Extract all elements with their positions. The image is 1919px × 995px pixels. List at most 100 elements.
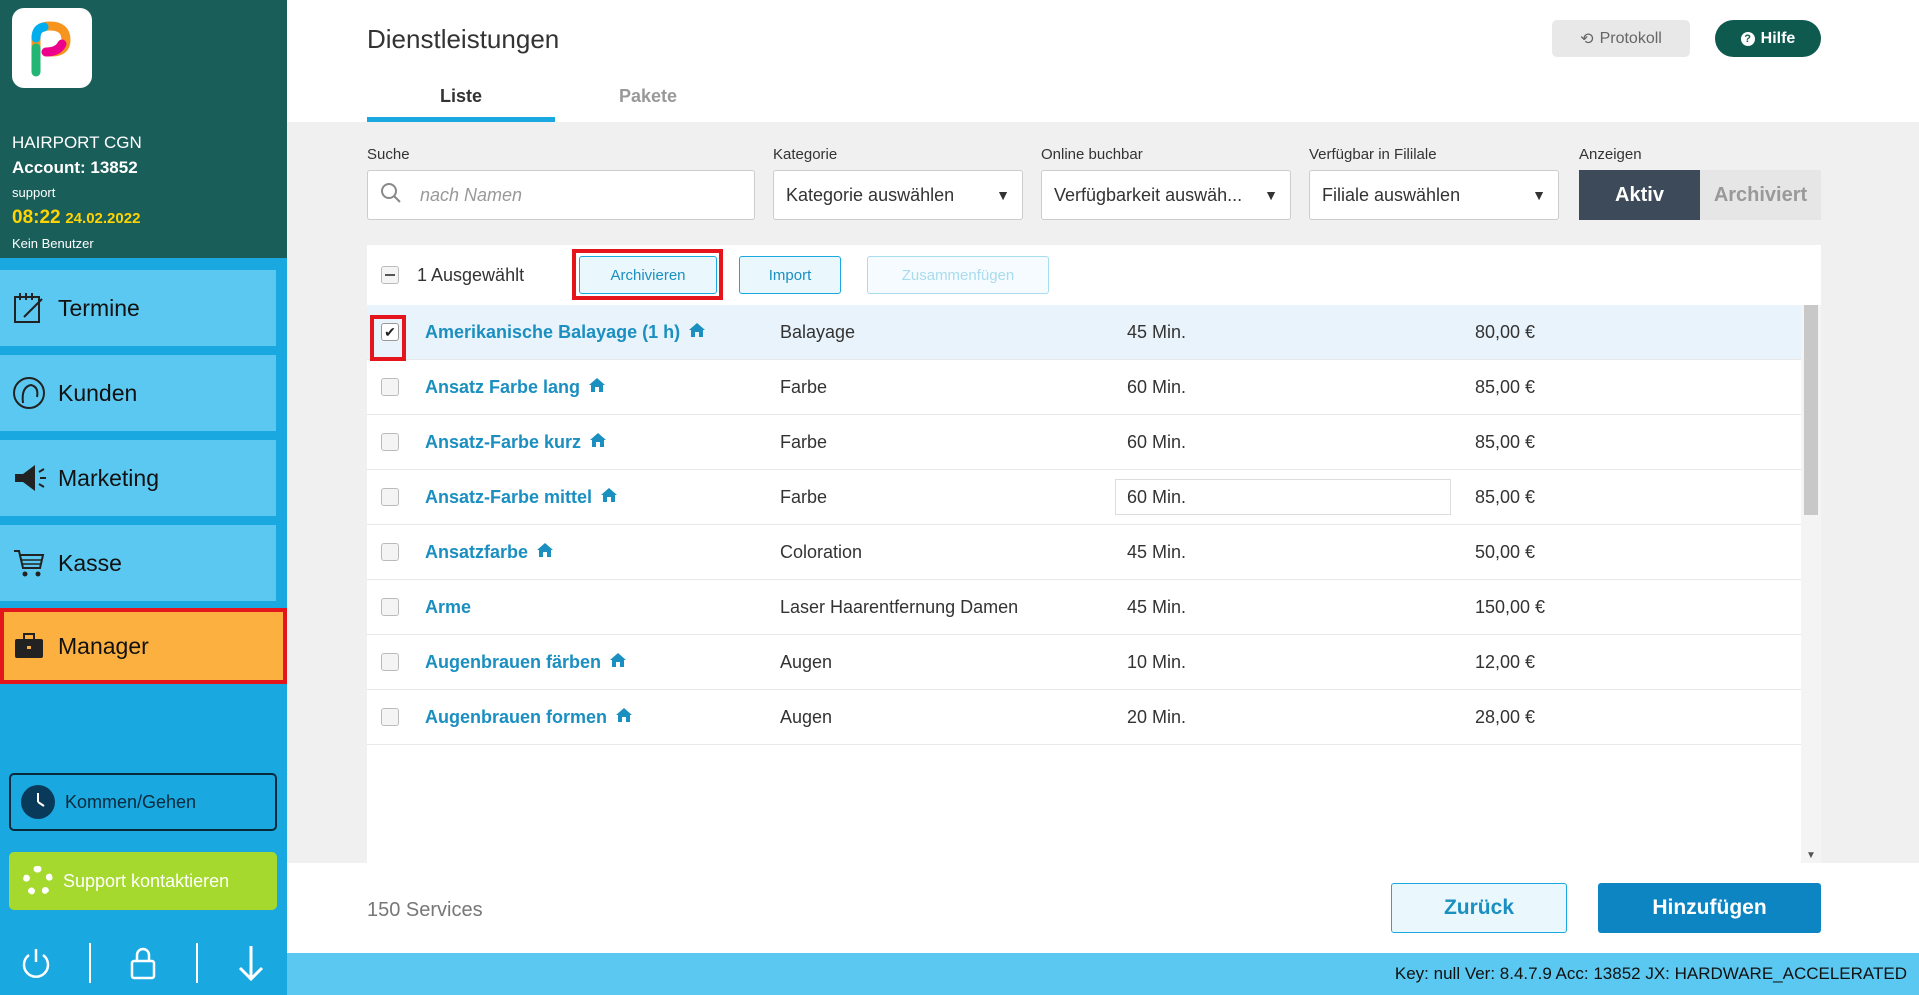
nav-kunden[interactable]: Kunden	[0, 355, 276, 431]
table-row[interactable]: Arme Laser Haarentfernung Damen 45 Min. 150…	[367, 580, 1801, 635]
row-checkbox[interactable]	[381, 708, 399, 726]
hilfe-button[interactable]: ? Hilfe	[1715, 20, 1821, 57]
home-icon	[589, 432, 607, 453]
account-name: HAIRPORT CGN	[12, 133, 142, 152]
chevron-down-icon: ▼	[996, 187, 1010, 203]
filiale-select[interactable]: Filiale auswählen ▼	[1309, 170, 1559, 220]
service-name-link[interactable]: Ansatz-Farbe kurz	[425, 432, 607, 453]
zurueck-button[interactable]: Zurück	[1391, 883, 1567, 933]
list-toolbar: 1 Ausgewählt Archivieren Import Zusammen…	[367, 245, 1821, 305]
service-name: Ansatz-Farbe mittel	[425, 486, 593, 507]
home-icon	[688, 322, 706, 343]
service-name-link[interactable]: Augenbrauen formen	[425, 707, 633, 728]
row-checkbox[interactable]	[381, 433, 399, 451]
service-price: 28,00 €	[1475, 706, 1536, 727]
service-name: Ansatzfarbe	[425, 541, 529, 562]
nav-label: Termine	[58, 294, 140, 321]
tab-liste[interactable]: Liste	[367, 86, 555, 122]
home-icon	[600, 487, 618, 508]
service-name: Ansatz Farbe lang	[425, 376, 581, 397]
tab-pakete[interactable]: Pakete	[554, 86, 742, 122]
support-button[interactable]: Support kontaktieren	[9, 852, 277, 910]
kategorie-label: Kategorie	[773, 146, 838, 163]
sidebar-actions	[0, 930, 287, 995]
row-checkbox[interactable]	[381, 653, 399, 671]
service-name-link[interactable]: Ansatz-Farbe mittel	[425, 487, 618, 508]
power-icon[interactable]	[16, 943, 56, 983]
service-duration: 60 Min.	[1127, 376, 1187, 397]
page-footer: 150 Services Zurück Hinzufügen	[287, 863, 1919, 953]
service-name: Amerikanische Balayage (1 h)	[425, 321, 681, 342]
nav-kasse[interactable]: Kasse	[0, 525, 276, 601]
service-name-link[interactable]: Arme	[425, 597, 471, 618]
arrow-down-icon[interactable]	[231, 943, 271, 983]
calendar-edit-icon	[10, 289, 48, 327]
page-title: Dienstleistungen	[367, 24, 560, 54]
service-price: 80,00 €	[1475, 321, 1536, 342]
search-input[interactable]: nach Namen	[367, 170, 755, 220]
nav-label: Kunden	[58, 379, 138, 406]
service-name: Arme	[425, 596, 472, 617]
filiale-value: Filiale auswählen	[1322, 184, 1461, 205]
service-category: Augen	[780, 651, 833, 672]
row-checkbox[interactable]	[381, 598, 399, 616]
highlight-box	[370, 315, 406, 361]
service-name-link[interactable]: Ansatz Farbe lang	[425, 377, 606, 398]
import-button[interactable]: Import	[739, 256, 841, 294]
nav-label: Marketing	[58, 464, 159, 491]
scrollbar[interactable]: ▼	[1801, 305, 1821, 863]
online-select[interactable]: Verfügbarkeit auswäh... ▼	[1041, 170, 1291, 220]
selected-count: 1 Ausgewählt	[417, 264, 525, 285]
table-row[interactable]: Ansatz Farbe lang Farbe 60 Min. 85,00 €	[367, 360, 1801, 415]
row-checkbox[interactable]	[381, 378, 399, 396]
online-label: Online buchbar	[1041, 146, 1143, 163]
page-header: Dienstleistungen ⟲ Protokoll ? Hilfe Lis…	[287, 0, 1919, 122]
scrollbar-thumb[interactable]	[1804, 305, 1818, 515]
row-checkbox[interactable]	[381, 488, 399, 506]
service-price: 50,00 €	[1475, 541, 1536, 562]
briefcase-icon	[10, 627, 48, 665]
service-category: Balayage	[780, 321, 856, 342]
nav-manager[interactable]: Manager	[0, 608, 287, 684]
service-category: Coloration	[780, 541, 863, 562]
table-row[interactable]: Augenbrauen formen Augen 20 Min. 28,00 €	[367, 690, 1801, 745]
hinzufuegen-button[interactable]: Hinzufügen	[1598, 883, 1821, 933]
kategorie-select[interactable]: Kategorie auswählen ▼	[773, 170, 1023, 220]
nav-marketing[interactable]: Marketing	[0, 440, 276, 516]
row-checkbox[interactable]	[381, 543, 399, 561]
table-row[interactable]: Ansatz-Farbe kurz Farbe 60 Min. 85,00 €	[367, 415, 1801, 470]
zusammenfuegen-button[interactable]: Zusammenfügen	[867, 256, 1049, 294]
scroll-down-icon[interactable]: ▼	[1806, 850, 1816, 861]
service-duration: 45 Min.	[1127, 321, 1187, 342]
table-row[interactable]: Ansatz-Farbe mittel Farbe 60 Min. 85,00 €	[367, 470, 1801, 525]
search-label: Suche	[367, 146, 410, 163]
clock-date: 24.02.2022	[65, 210, 141, 227]
hilfe-label: Hilfe	[1760, 29, 1796, 47]
table-row[interactable]: Augenbrauen färben Augen 10 Min. 12,00 €	[367, 635, 1801, 690]
service-category: Augen	[780, 706, 833, 727]
nav-termine[interactable]: Termine	[0, 270, 276, 346]
table-row[interactable]: ✔ Amerikanische Balayage (1 h) Balayage 45 …	[367, 305, 1801, 360]
aktiv-toggle-button[interactable]: Aktiv	[1579, 170, 1700, 220]
service-price: 85,00 €	[1475, 431, 1536, 452]
user-status: Kein Benutzer	[12, 236, 94, 251]
protokoll-button[interactable]: ⟲ Protokoll	[1552, 20, 1690, 57]
service-duration: 45 Min.	[1127, 596, 1187, 617]
select-all-checkbox[interactable]	[381, 266, 399, 284]
table-row[interactable]: Ansatzfarbe Coloration 45 Min. 50,00 €	[367, 525, 1801, 580]
archiviert-toggle-button[interactable]: Archiviert	[1700, 170, 1821, 220]
minus-icon	[385, 274, 395, 276]
service-price: 150,00 €	[1475, 596, 1546, 617]
service-category: Farbe	[780, 431, 828, 452]
service-name-link[interactable]: Amerikanische Balayage (1 h)	[425, 322, 706, 343]
service-name-link[interactable]: Augenbrauen färben	[425, 652, 627, 673]
service-name-link[interactable]: Ansatzfarbe	[425, 542, 554, 563]
service-duration[interactable]: 60 Min.	[1115, 479, 1451, 515]
home-icon	[609, 652, 627, 673]
lock-icon[interactable]	[123, 943, 163, 983]
kommen-gehen-button[interactable]: Kommen/Gehen	[9, 773, 277, 831]
service-category: Farbe	[780, 486, 828, 507]
home-icon	[536, 542, 554, 563]
service-name: Ansatz-Farbe kurz	[425, 431, 582, 452]
shopping-cart-icon	[10, 544, 48, 582]
